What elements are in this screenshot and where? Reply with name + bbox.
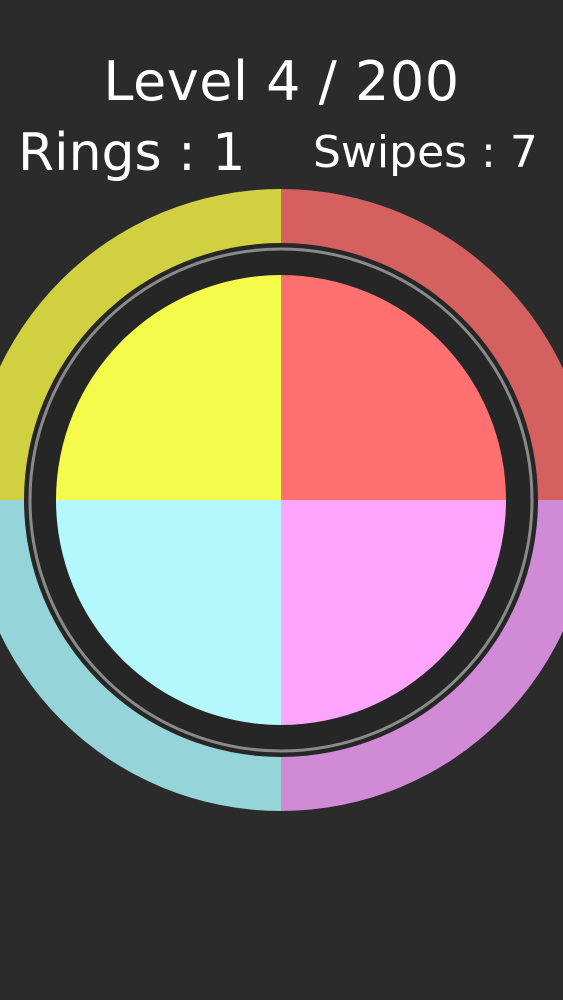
level-label: Level 4 / 200 — [103, 50, 460, 113]
game-board[interactable] — [0, 189, 563, 811]
rings-counter: Rings : 1 — [18, 123, 246, 183]
hud: Level 4 / 200 Rings : 1 Swipes : 7 — [0, 0, 563, 190]
ring-board-svg[interactable] — [0, 189, 563, 811]
swipes-counter: Swipes : 7 — [313, 127, 538, 178]
